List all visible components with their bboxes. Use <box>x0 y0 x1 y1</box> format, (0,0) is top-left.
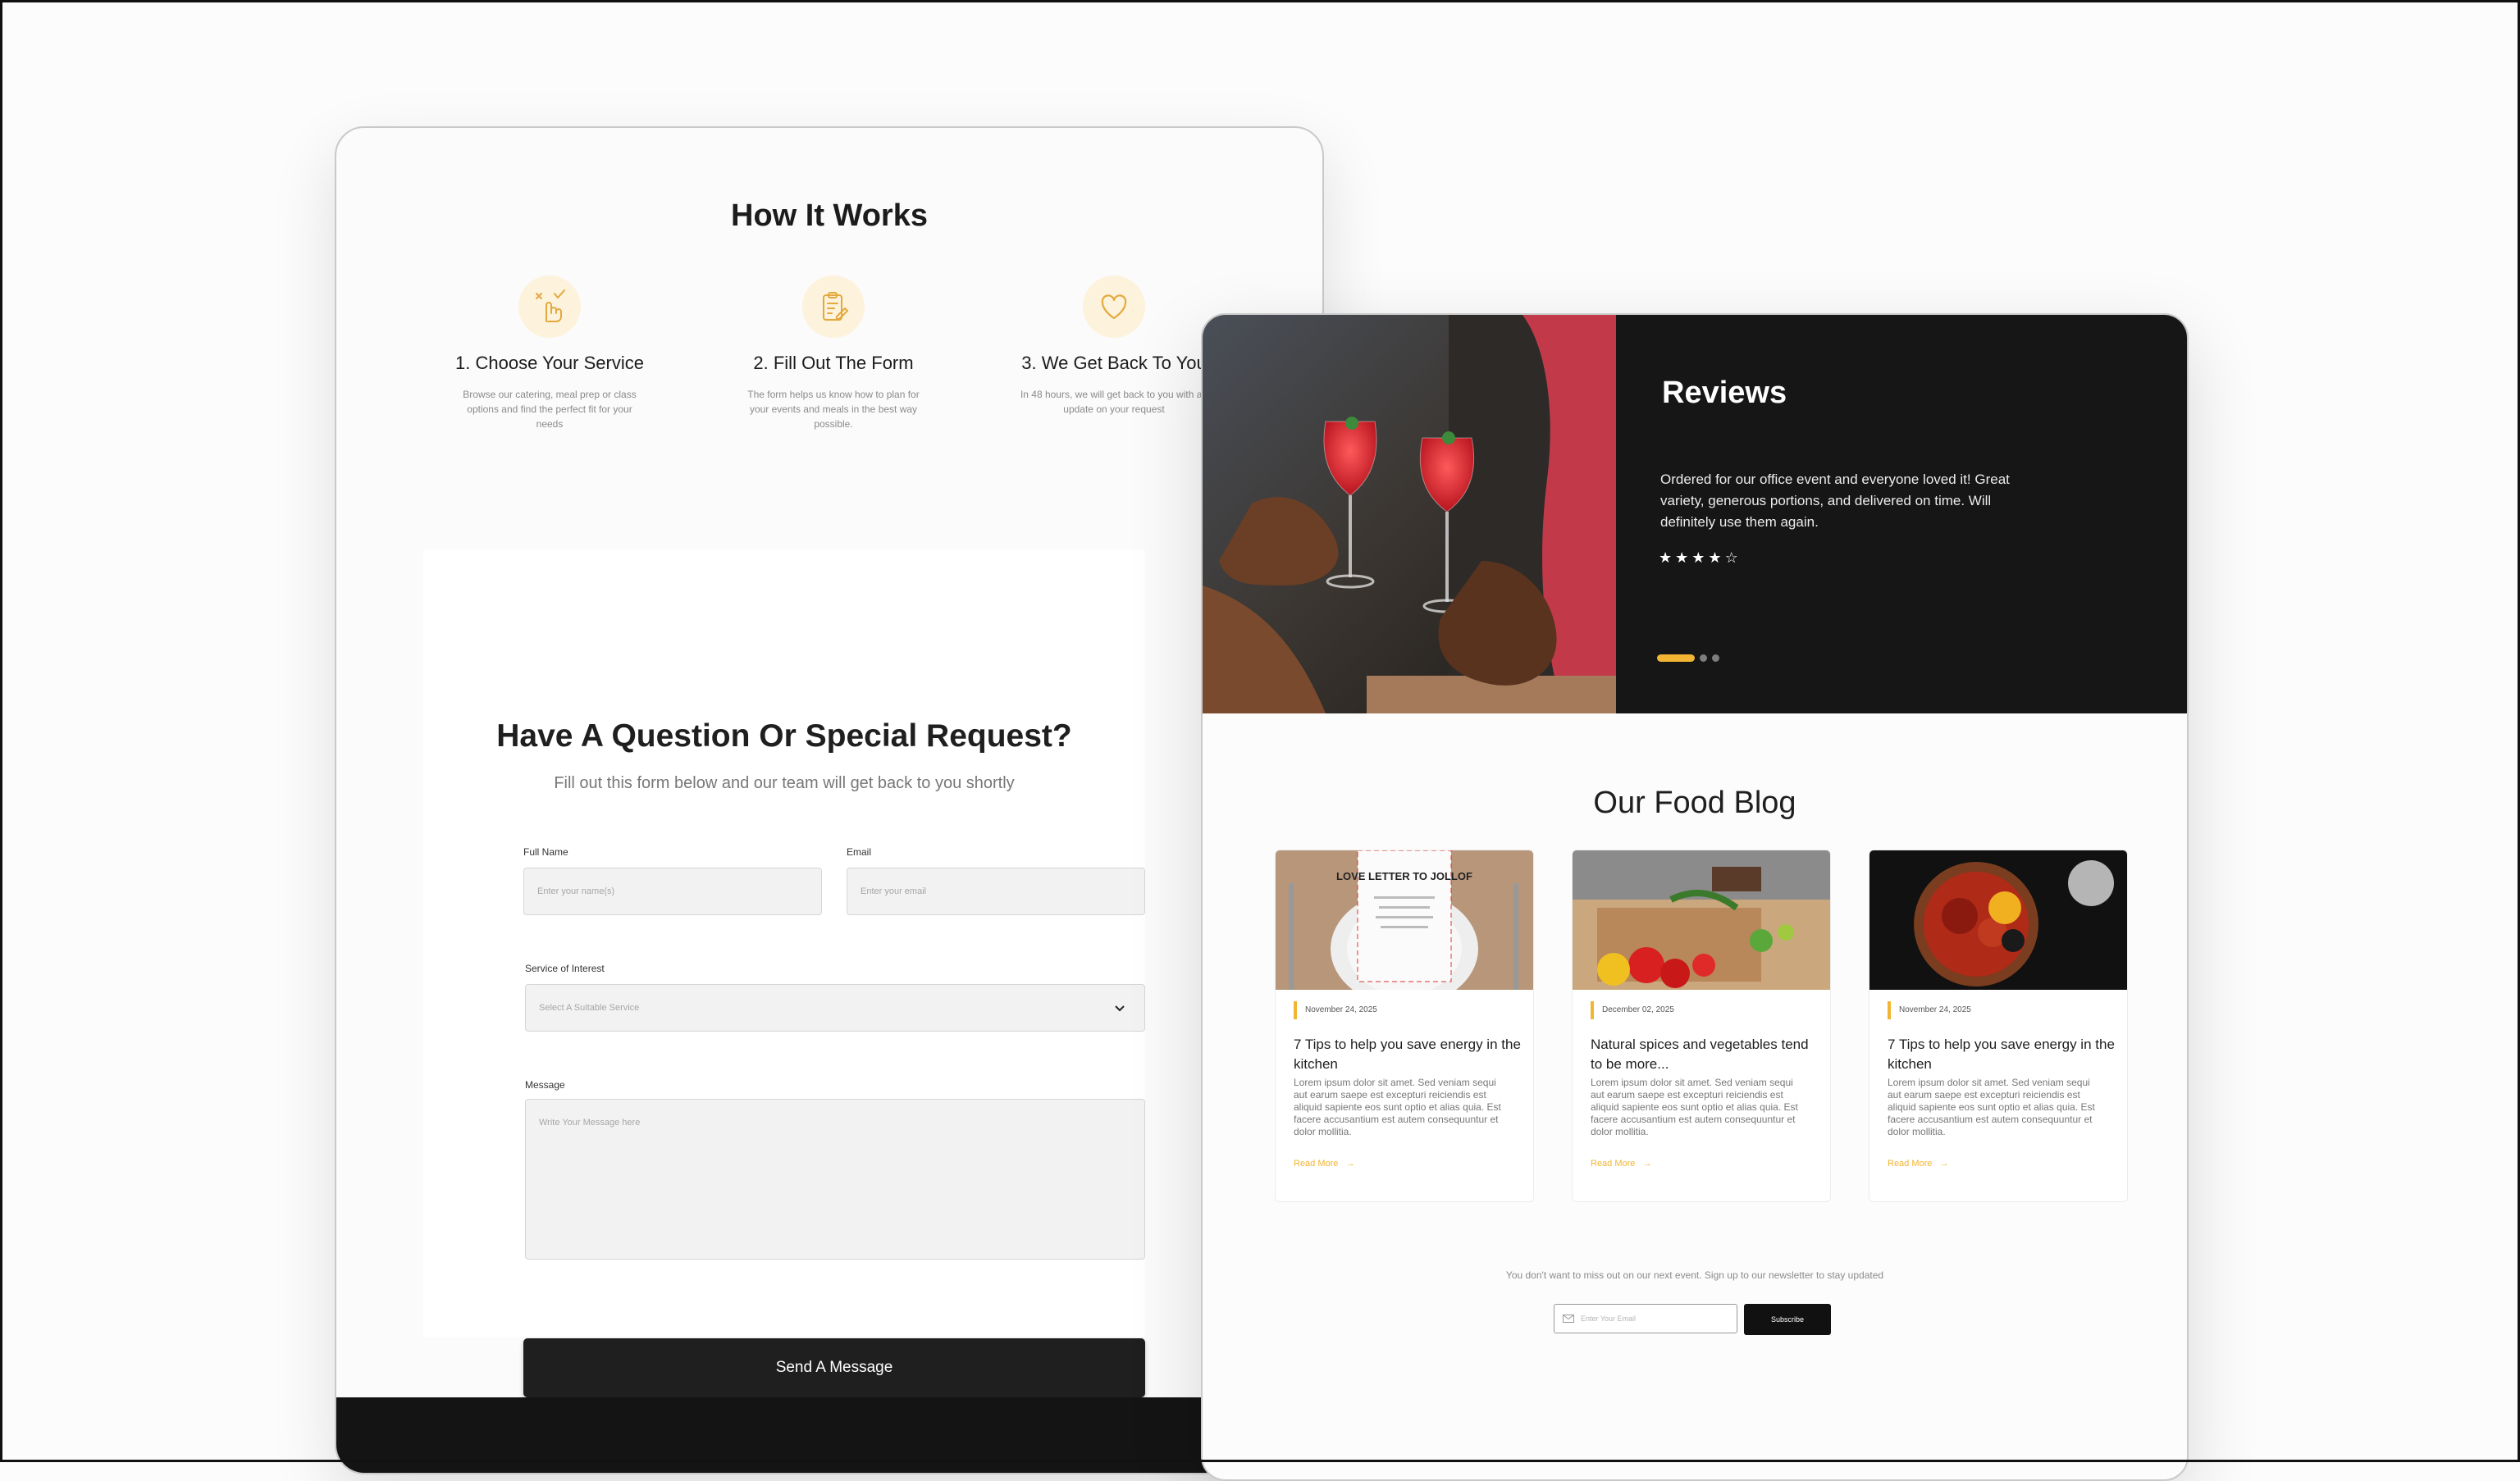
message-textarea[interactable]: Write Your Message here <box>525 1099 1145 1260</box>
message-label: Message <box>525 1079 565 1091</box>
step-fill-form: 2. Fill Out The Form The form helps us k… <box>710 276 956 431</box>
how-it-works-title: How It Works <box>731 198 928 233</box>
contact-page-card: How It Works 1. Choose Your Service Brow… <box>335 126 1324 1474</box>
blog-date: November 24, 2025 <box>1294 1001 1377 1019</box>
heart-icon <box>1083 276 1145 338</box>
email-input[interactable]: Enter your email <box>847 868 1145 915</box>
email-label: Email <box>847 846 872 858</box>
step-description: In 48 hours, we will get back to you wit… <box>1020 389 1208 415</box>
reviews-image <box>1203 315 1616 713</box>
hand-pointer-icon <box>518 276 581 338</box>
read-more-label: Read More <box>1294 1159 1339 1169</box>
footer-dark <box>336 1397 1322 1473</box>
carousel-dot[interactable] <box>1712 654 1719 662</box>
full-name-label: Full Name <box>523 846 568 858</box>
newsletter-placeholder: Enter Your Email <box>1581 1315 1637 1323</box>
arrow-right-icon: → <box>1934 1159 1949 1169</box>
service-label: Service of Interest <box>525 963 605 974</box>
carousel-dots <box>1657 654 1719 662</box>
read-more-link[interactable]: Read More → <box>1294 1159 1355 1169</box>
clipboard-edit-icon <box>802 276 865 338</box>
newsletter-email-input[interactable]: Enter Your Email <box>1554 1304 1737 1333</box>
mail-icon <box>1563 1315 1574 1323</box>
service-select[interactable]: Select A Suitable Service <box>525 984 1145 1032</box>
blog-card[interactable]: December 02, 2025 Natural spices and veg… <box>1572 850 1831 1202</box>
star-outline-icon: ☆ <box>1724 549 1738 566</box>
blog-date: November 24, 2025 <box>1888 1001 1971 1019</box>
send-message-button[interactable]: Send A Message <box>523 1338 1145 1397</box>
review-text: Ordered for our office event and everyon… <box>1660 472 2010 530</box>
read-more-link[interactable]: Read More → <box>1888 1159 1949 1169</box>
step-description: Browse our catering, meal prep or class … <box>463 389 637 430</box>
star-icon: ★ <box>1708 549 1722 566</box>
contact-form: Have A Question Or Special Request? Fill… <box>423 549 1145 1397</box>
blog-image-text: LOVE LETTER TO JOLLOF <box>1336 870 1472 882</box>
blog-excerpt: Lorem ipsum dolor sit amet. Sed veniam s… <box>1294 1077 1501 1137</box>
blog-post-title[interactable]: 7 Tips to help you save energy in the ki… <box>1294 1035 1523 1074</box>
blog-image: LOVE LETTER TO JOLLOF <box>1276 850 1533 1006</box>
blog-card[interactable]: LOVE LETTER TO JOLLOF November 24, 2025 … <box>1275 850 1534 1202</box>
newsletter-text: You don't want to miss out on our next e… <box>1505 1269 1884 1281</box>
blog-card[interactable]: November 24, 2025 7 Tips to help you sav… <box>1869 850 2128 1202</box>
service-select-value: Select A Suitable Service <box>539 1003 640 1013</box>
blog-excerpt: Lorem ipsum dolor sit amet. Sed veniam s… <box>1888 1077 2095 1137</box>
step-choose-service: 1. Choose Your Service Browse our cateri… <box>427 276 673 431</box>
blog-post-title[interactable]: Natural spices and vegetables tend to be… <box>1591 1035 1820 1074</box>
arrow-right-icon: → <box>1340 1159 1355 1169</box>
blog-excerpt: Lorem ipsum dolor sit amet. Sed veniam s… <box>1591 1077 1798 1137</box>
read-more-label: Read More <box>1888 1159 1933 1169</box>
star-icon: ★ <box>1675 549 1689 566</box>
blog-image <box>1573 850 1830 990</box>
blog-date: December 02, 2025 <box>1591 1001 1674 1019</box>
blog-image <box>1869 850 2127 990</box>
read-more-link[interactable]: Read More → <box>1591 1159 1652 1169</box>
step-title: 2. Fill Out The Form <box>753 353 914 373</box>
read-more-label: Read More <box>1591 1159 1636 1169</box>
star-rating: ★ ★ ★ ★ ☆ <box>1659 549 1738 567</box>
carousel-dot-active[interactable] <box>1657 654 1695 662</box>
star-icon: ★ <box>1691 549 1705 566</box>
full-name-input[interactable]: Enter your name(s) <box>523 868 822 915</box>
carousel-dot[interactable] <box>1700 654 1707 662</box>
chevron-down-icon <box>1115 1005 1125 1012</box>
step-title: 3. We Get Back To You <box>1021 353 1207 373</box>
star-icon: ★ <box>1659 549 1673 566</box>
step-get-back: 3. We Get Back To You In 48 hours, we wi… <box>991 276 1237 417</box>
step-description: The form helps us know how to plan for y… <box>747 389 920 430</box>
reviews-panel: Reviews Ordered for our office event and… <box>1616 315 2187 713</box>
form-title: Have A Question Or Special Request? <box>496 718 1072 754</box>
subscribe-button[interactable]: Subscribe <box>1744 1304 1831 1335</box>
step-title: 1. Choose Your Service <box>455 353 644 373</box>
blog-title: Our Food Blog <box>1593 786 1796 820</box>
reviews-title: Reviews <box>1662 376 1787 410</box>
form-subtitle: Fill out this form below and our team wi… <box>554 774 1015 792</box>
arrow-right-icon: → <box>1637 1159 1652 1169</box>
blog-post-title[interactable]: 7 Tips to help you save energy in the ki… <box>1888 1035 2117 1074</box>
home-page-card: Reviews Ordered for our office event and… <box>1201 313 2189 1481</box>
